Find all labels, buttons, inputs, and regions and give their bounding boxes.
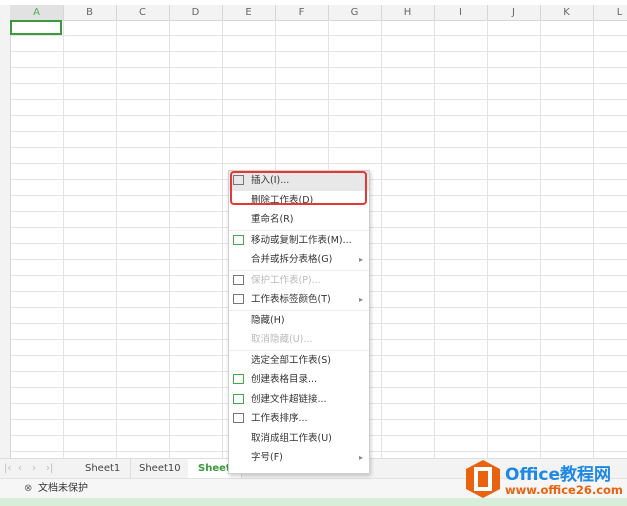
column-header-I[interactable]: I xyxy=(434,5,488,20)
menu-item-label: 移动或复制工作表(M)... xyxy=(251,234,352,246)
next-sheet-icon[interactable]: › xyxy=(32,459,36,479)
watermark-logo: Office教程网 www.office26.com xyxy=(463,458,627,500)
column-header-H[interactable]: H xyxy=(381,5,435,20)
menu-item-label: 字号(F) xyxy=(251,452,283,463)
menu-item-label: 工作表标签颜色(T) xyxy=(251,294,331,305)
column-header-F[interactable]: F xyxy=(275,5,329,20)
sheet-context-menu: 插入(I)... 删除工作表(D) 重命名(R) 移动或复制工作表(M)... 合并或拆… xyxy=(228,170,370,474)
protect-icon xyxy=(233,274,244,285)
menu-item[interactable]: 重命名(R) xyxy=(229,210,369,230)
column-header-L[interactable]: L xyxy=(593,5,627,20)
column-header-E[interactable]: E xyxy=(222,5,276,20)
column-header-J[interactable]: J xyxy=(487,5,541,20)
column-header-B[interactable]: B xyxy=(63,5,117,20)
menu-item[interactable]: 移动或复制工作表(M)... xyxy=(229,229,369,251)
first-sheet-icon[interactable]: |‹ xyxy=(4,459,11,479)
menu-item[interactable]: 选定全部工作表(S) xyxy=(229,349,369,371)
column-header-A[interactable]: A xyxy=(10,5,64,20)
selected-cell-a1[interactable] xyxy=(10,20,62,35)
menu-item-label: 合并或拆分表格(G) xyxy=(251,254,333,265)
menu-item[interactable]: 隐藏(H) xyxy=(229,309,369,331)
menu-item: 取消隐藏(U)... xyxy=(229,330,369,350)
menu-item-label: 工作表排序... xyxy=(251,413,308,424)
menu-item-label: 选定全部工作表(S) xyxy=(251,354,331,366)
column-header-G[interactable]: G xyxy=(328,5,382,20)
submenu-arrow-icon: ▸ xyxy=(358,453,363,462)
sheet-tab[interactable]: Sheet1 xyxy=(75,459,132,479)
highlight-box xyxy=(230,171,367,205)
sheet-tab[interactable]: Sheet10 xyxy=(129,459,192,479)
submenu-arrow-icon: ▸ xyxy=(358,255,363,264)
menu-item: 保护工作表(P)... xyxy=(229,269,369,291)
menu-item-label: 取消隐藏(U)... xyxy=(251,334,313,345)
hyperlink-icon xyxy=(233,393,244,404)
column-header-K[interactable]: K xyxy=(540,5,594,20)
menu-item[interactable]: 创建文件超链接... xyxy=(229,390,369,410)
submenu-arrow-icon: ▸ xyxy=(358,295,363,304)
menu-item-label: 重命名(R) xyxy=(251,214,294,225)
watermark-brand: Office教程网 xyxy=(505,465,612,485)
watermark-url: www.office26.com xyxy=(505,483,623,497)
catalog-icon xyxy=(233,374,244,384)
menu-item-label: 隐藏(H) xyxy=(251,314,285,326)
move-copy-icon xyxy=(233,234,244,245)
protect-status[interactable]: 文档未保护 xyxy=(38,479,88,499)
menu-item-label: 保护工作表(P)... xyxy=(251,274,321,286)
column-header-D[interactable]: D xyxy=(169,5,223,20)
menu-item[interactable]: 创建表格目录... xyxy=(229,370,369,390)
menu-item[interactable]: 工作表标签颜色(T) ▸ xyxy=(229,290,369,310)
tab-color-icon xyxy=(233,294,244,304)
office-logo-icon xyxy=(466,460,500,498)
prev-sheet-icon[interactable]: ‹ xyxy=(18,459,22,479)
menu-item-label: 创建文件超链接... xyxy=(251,393,327,405)
column-header: ABCDEFGHIJKL xyxy=(0,5,627,21)
menu-item[interactable]: 字号(F) ▸ xyxy=(229,448,369,468)
last-sheet-icon[interactable]: ›| xyxy=(46,459,53,479)
menu-item[interactable]: 工作表排序... xyxy=(229,409,369,429)
column-header-C[interactable]: C xyxy=(116,5,170,20)
row-header xyxy=(0,20,11,458)
menu-item[interactable]: 取消成组工作表(U) xyxy=(229,429,369,449)
menu-item-label: 创建表格目录... xyxy=(251,374,318,385)
shield-icon: ⊗ xyxy=(24,483,33,494)
menu-item[interactable]: 合并或拆分表格(G) ▸ xyxy=(229,250,369,270)
menu-item-label: 取消成组工作表(U) xyxy=(251,432,332,444)
sort-icon xyxy=(233,413,244,423)
